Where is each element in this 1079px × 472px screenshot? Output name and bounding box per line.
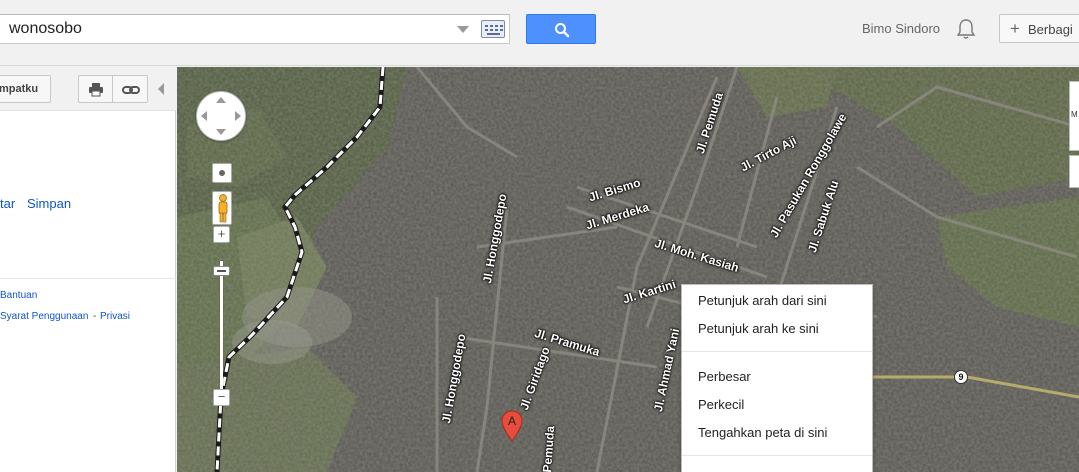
- bell-icon[interactable]: [956, 18, 976, 40]
- map-canvas[interactable]: + − Jl. Pemuda Jl. Tirto Aji Jl. Pasukan…: [177, 67, 1079, 472]
- privacy-link[interactable]: Privasi: [100, 311, 130, 322]
- menu-item-zoom-in[interactable]: Perbesar: [698, 369, 751, 384]
- pegman-icon[interactable]: [212, 191, 232, 225]
- search-box[interactable]: [0, 14, 510, 44]
- left-panel: mpatku tar Simpan Bantuan Syarat Penggun…: [0, 67, 176, 472]
- menu-item-directions-to-here[interactable]: Petunjuk arah ke sini: [698, 321, 819, 336]
- menu-item-center-map[interactable]: Tengahkan peta di sini: [698, 425, 827, 440]
- zoom-slider-track[interactable]: [220, 261, 223, 395]
- street-view-dot-icon[interactable]: [212, 163, 232, 183]
- pegman-figure-icon: [218, 194, 228, 223]
- marker-label: A: [508, 414, 516, 428]
- menu-separator: [682, 351, 872, 352]
- keyboard-icon[interactable]: [481, 20, 505, 38]
- top-bar: Bimo Sindoro + Berbagi: [0, 0, 1079, 66]
- menu-item-zoom-out[interactable]: Perkecil: [698, 397, 744, 412]
- list-link[interactable]: tar: [0, 196, 15, 211]
- link-button[interactable]: [112, 75, 148, 103]
- left-panel-toolbar: mpatku: [0, 67, 176, 111]
- divider: [0, 278, 176, 279]
- zoom-slider-handle[interactable]: [213, 266, 230, 276]
- pan-control[interactable]: [196, 91, 246, 141]
- plus-icon: +: [1010, 19, 1020, 38]
- printer-icon: [89, 83, 103, 97]
- menu-separator: [682, 455, 872, 456]
- terms-link[interactable]: Syarat Penggunaan: [0, 311, 88, 322]
- help-link[interactable]: Bantuan: [0, 290, 37, 301]
- zoom-in-button[interactable]: +: [213, 226, 230, 243]
- footer-separator: -: [93, 311, 97, 322]
- pan-left-arrow-icon[interactable]: [201, 111, 207, 121]
- map-type-label: M: [1071, 110, 1078, 119]
- print-button[interactable]: [78, 75, 113, 103]
- search-dropdown-arrow-icon[interactable]: [457, 26, 469, 33]
- share-button[interactable]: + Berbagi: [999, 14, 1079, 43]
- pan-down-arrow-icon[interactable]: [216, 129, 226, 135]
- search-button[interactable]: [526, 14, 596, 44]
- satellite-imagery: [177, 67, 1079, 472]
- zoom-out-button[interactable]: −: [213, 389, 230, 406]
- route-number-badge: 9: [954, 370, 968, 384]
- map-type-panel[interactable]: M: [1069, 81, 1079, 151]
- search-input[interactable]: [9, 15, 449, 43]
- my-places-button[interactable]: mpatku: [0, 75, 51, 103]
- pan-right-arrow-icon[interactable]: [235, 111, 241, 121]
- my-places-label: mpatku: [0, 83, 39, 95]
- user-name[interactable]: Bimo Sindoro: [862, 21, 940, 36]
- save-link[interactable]: Simpan: [27, 196, 71, 211]
- share-label: Berbagi: [1028, 22, 1073, 37]
- pan-up-arrow-icon[interactable]: [216, 97, 226, 103]
- link-icon: [122, 86, 140, 94]
- menu-item-directions-from-here[interactable]: Petunjuk arah dari sini: [698, 293, 827, 308]
- context-menu: Petunjuk arah dari sini Petunjuk arah ke…: [681, 284, 873, 472]
- collapse-panel-arrow-icon[interactable]: [158, 83, 164, 95]
- search-icon: [555, 23, 570, 38]
- marker-a-icon[interactable]: A: [501, 410, 523, 442]
- map-side-panel[interactable]: [1069, 155, 1079, 188]
